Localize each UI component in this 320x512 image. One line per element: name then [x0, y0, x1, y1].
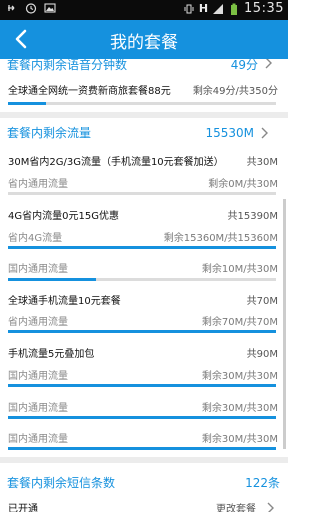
usage-type: 省内通用流量	[8, 317, 68, 328]
usage-progress-bar	[8, 278, 276, 281]
vibrate-icon	[184, 4, 194, 13]
data-remaining-value[interactable]: 15530M	[205, 126, 254, 140]
data-usage-row: 国内通用流量 剩余30M/共30M	[8, 367, 278, 382]
chevron-right-icon[interactable]	[260, 127, 268, 139]
usage-progress-bar	[8, 447, 276, 450]
sms-row: 已开通 更改套餐	[8, 500, 278, 512]
usage-type: 省内通用流量	[8, 179, 68, 190]
usage-type: 国内通用流量	[8, 403, 68, 414]
battery-icon	[231, 3, 238, 15]
section-divider	[0, 457, 288, 463]
voice-plan-remaining: 剩余49分/共350分	[192, 86, 278, 97]
package-total: 共30M	[246, 157, 278, 168]
data-package-row: 4G省内流量0元15G优惠 共15390M	[8, 207, 278, 222]
page-title: 我的套餐	[110, 33, 178, 53]
usage-type: 省内4G流量	[8, 233, 63, 244]
data-package-row: 全球通手机流量10元套餐 共70M	[8, 292, 278, 307]
usage-type: 国内通用流量	[8, 434, 68, 445]
voice-plan-row: 全球通全网统一资费新商旅套餐88元 剩余49分/共350分	[8, 82, 278, 97]
data-usage-row: 国内通用流量 剩余30M/共30M	[8, 399, 278, 414]
voice-plan-name: 全球通全网统一资费新商旅套餐88元	[8, 86, 171, 97]
chevron-right-icon[interactable]	[266, 502, 274, 512]
usage-progress-bar	[8, 192, 276, 195]
usage-progress-bar	[8, 384, 276, 387]
scrollbar[interactable]	[283, 199, 286, 449]
usb-icon	[8, 5, 15, 11]
data-package-row: 手机流量5元叠加包 共90M	[8, 345, 278, 360]
package-total: 共15390M	[227, 211, 278, 222]
usage-remaining: 剩余30M/共30M	[201, 434, 278, 445]
signal-icon	[213, 3, 224, 14]
voice-section-title: 套餐内剩余语音分钟数	[7, 59, 128, 72]
title-bar: 我的套餐	[0, 20, 288, 59]
change-plan-link[interactable]: 更改套餐	[216, 500, 256, 512]
usage-remaining: 剩余0M/共30M	[208, 179, 278, 190]
image-icon	[44, 3, 56, 13]
usage-remaining: 剩余30M/共30M	[201, 403, 278, 414]
usage-remaining: 剩余15360M/共15360M	[163, 233, 278, 244]
network-type: H	[198, 2, 209, 15]
data-usage-row: 国内通用流量 剩余10M/共30M	[8, 260, 278, 275]
plan-content: 套餐内剩余语音分钟数 49分 全球通全网统一资费新商旅套餐88元 剩余49分/共…	[0, 59, 288, 512]
package-name: 手机流量5元叠加包	[8, 349, 95, 360]
sms-section-title: 套餐内剩余短信条数	[7, 476, 116, 490]
clock: 15:35	[244, 1, 284, 16]
package-name: 全球通手机流量10元套餐	[8, 296, 121, 307]
usage-progress-bar	[8, 330, 276, 333]
usage-type: 国内通用流量	[8, 264, 68, 275]
data-package-row: 30M省内2G/3G流量（手机流量10元套餐加送） 共30M	[8, 153, 278, 168]
status-bar: H 15:35	[0, 0, 288, 20]
usage-remaining: 剩余70M/共70M	[201, 317, 278, 328]
usage-remaining: 剩余10M/共30M	[201, 264, 278, 275]
usage-progress-bar	[8, 246, 276, 249]
voice-remaining-value[interactable]: 49分	[231, 59, 258, 73]
data-section-title: 套餐内剩余流量	[7, 126, 92, 140]
usage-remaining: 剩余30M/共30M	[201, 371, 278, 382]
data-usage-row: 省内4G流量 剩余15360M/共15360M	[8, 229, 278, 244]
voice-progress-bar	[8, 102, 276, 105]
section-divider	[0, 112, 288, 118]
sms-remaining-value[interactable]: 122条	[245, 474, 280, 491]
sms-status: 已开通	[8, 504, 38, 512]
usage-progress-bar	[8, 416, 276, 419]
data-usage-row: 省内通用流量 剩余0M/共30M	[8, 175, 278, 190]
alarm-icon	[25, 3, 37, 14]
package-total: 共90M	[246, 349, 278, 360]
usage-type: 国内通用流量	[8, 371, 68, 382]
package-name: 4G省内流量0元15G优惠	[8, 211, 119, 222]
chevron-right-icon[interactable]	[264, 59, 272, 69]
data-usage-row: 国内通用流量 剩余30M/共30M	[8, 430, 278, 445]
data-usage-row: 省内通用流量 剩余70M/共70M	[8, 313, 278, 328]
package-total: 共70M	[246, 296, 278, 307]
package-name: 30M省内2G/3G流量（手机流量10元套餐加送）	[8, 157, 224, 168]
